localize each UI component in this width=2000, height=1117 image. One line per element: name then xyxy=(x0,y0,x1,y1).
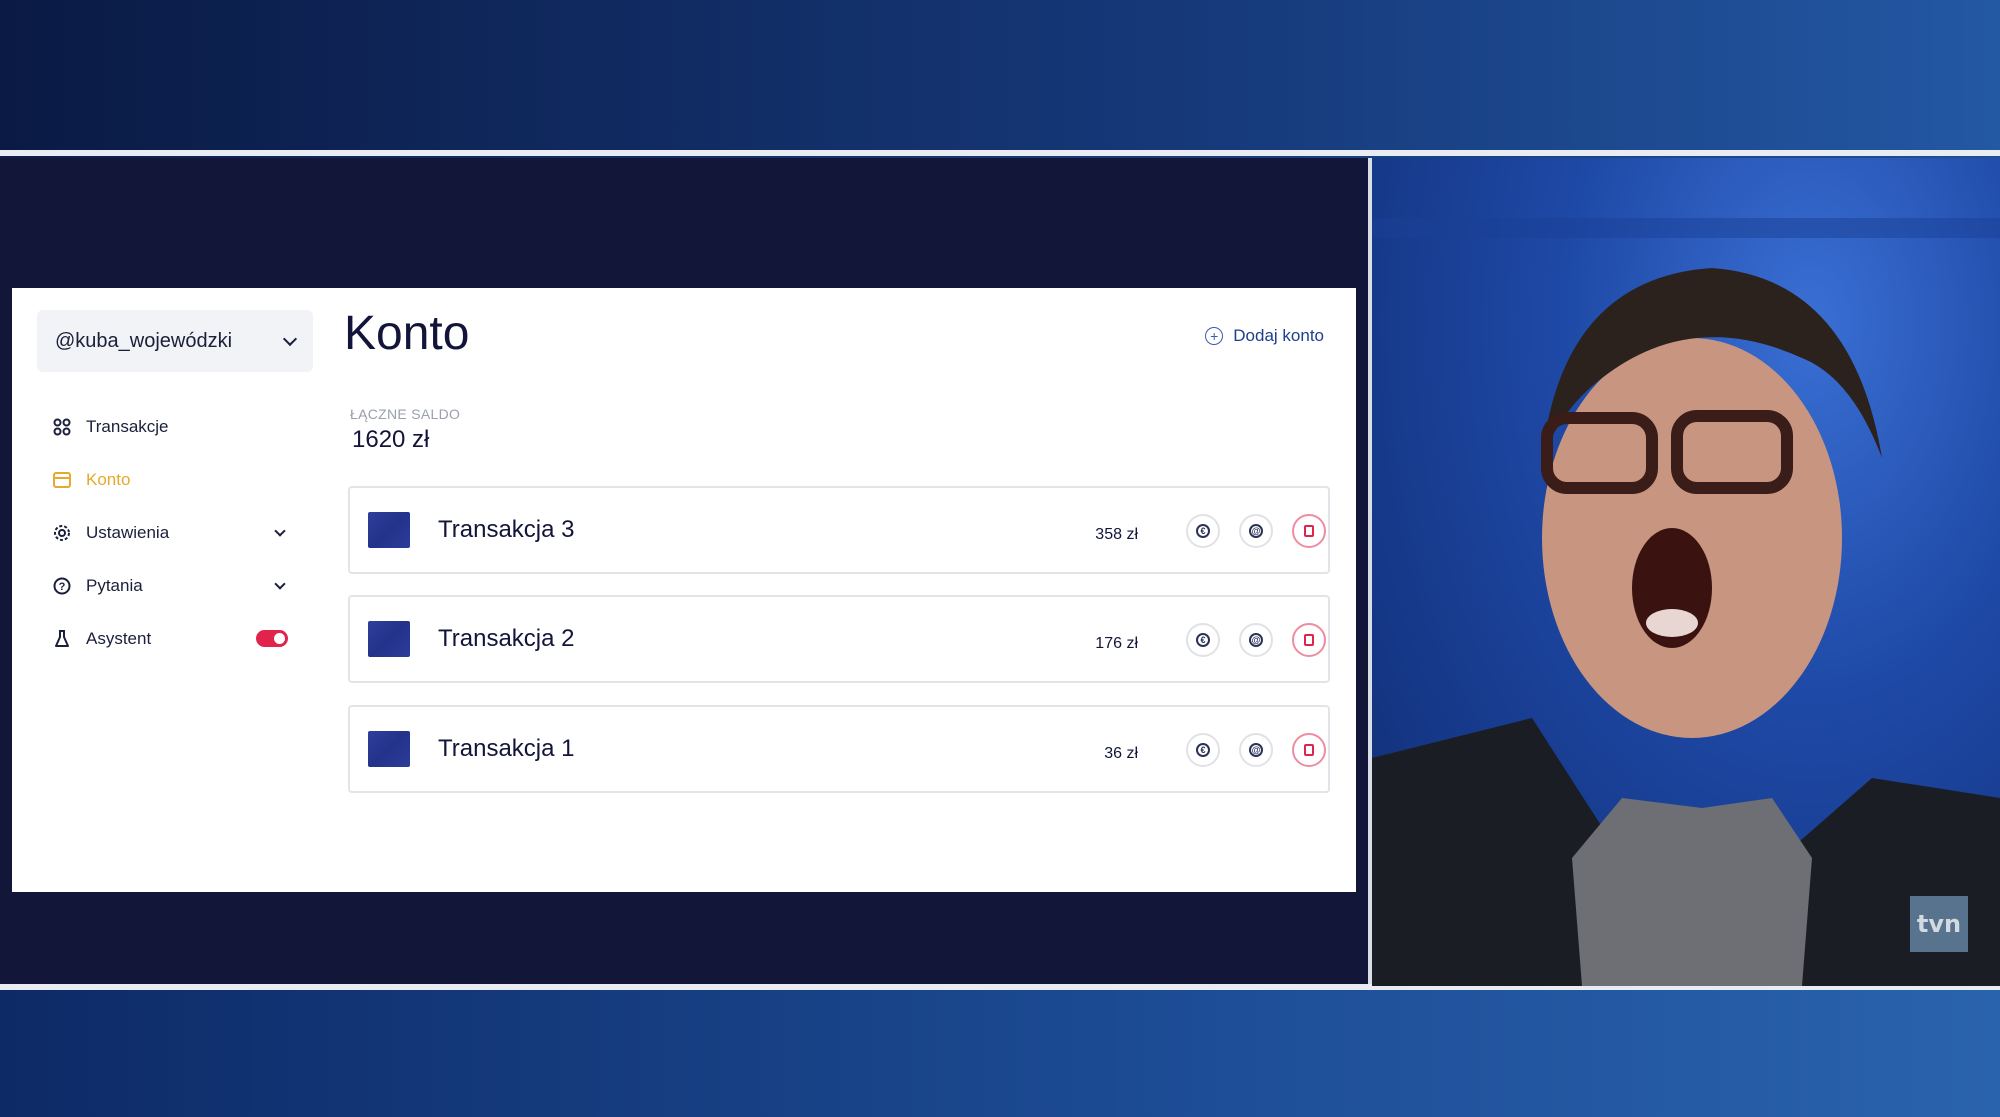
presenter-video: tvn xyxy=(1372,158,2000,986)
mention-button[interactable]: @ xyxy=(1239,514,1273,548)
card-thumbnail xyxy=(368,512,410,548)
sidebar-item-konto[interactable]: Konto xyxy=(52,453,302,506)
grid-icon xyxy=(52,417,72,437)
transaction-row[interactable]: Transakcja 2 176 zł € @ xyxy=(348,595,1330,683)
sidebar-item-label: Konto xyxy=(86,469,131,489)
main-content: Konto + Dodaj konto ŁĄCZNE SALDO 1620 zł… xyxy=(344,288,1344,892)
sidebar-nav: Transakcje Konto Ustawienia ? Pytania As… xyxy=(52,400,302,665)
account-selector[interactable]: @kuba_wojewódzki xyxy=(37,310,313,372)
euro-icon: € xyxy=(1196,743,1210,757)
transaction-amount: 36 zł xyxy=(1104,745,1138,762)
sidebar-item-ustawienia[interactable]: Ustawienia xyxy=(52,506,302,559)
mention-button[interactable]: @ xyxy=(1239,623,1273,657)
bottom-background-band xyxy=(0,990,2000,1117)
at-icon: @ xyxy=(1249,524,1263,538)
trash-icon xyxy=(1304,634,1314,646)
transaction-name: Transakcja 3 xyxy=(438,516,575,543)
account-selector-value: @kuba_wojewódzki xyxy=(55,329,233,352)
at-icon: @ xyxy=(1249,743,1263,757)
sidebar-item-label: Transakcje xyxy=(86,416,169,436)
chevron-down-icon xyxy=(274,524,286,537)
assistant-toggle[interactable] xyxy=(256,630,288,647)
top-divider-line xyxy=(0,150,2000,156)
currency-button[interactable]: € xyxy=(1186,623,1220,657)
mention-button[interactable]: @ xyxy=(1239,733,1273,767)
trash-icon xyxy=(1304,525,1314,537)
sidebar-item-label: Ustawienia xyxy=(86,522,170,542)
euro-icon: € xyxy=(1196,524,1210,538)
sidebar-item-transakcje[interactable]: Transakcje xyxy=(52,400,302,453)
balance-value: 1620 zł xyxy=(352,426,430,453)
sidebar-item-label: Asystent xyxy=(86,628,152,648)
presenter-figure xyxy=(1372,218,2000,986)
transaction-amount: 358 zł xyxy=(1095,526,1138,543)
top-background-band xyxy=(0,0,2000,150)
balance-label: ŁĄCZNE SALDO xyxy=(350,406,461,422)
card-thumbnail xyxy=(368,621,410,657)
trash-icon xyxy=(1304,744,1314,756)
add-account-button[interactable]: + Dodaj konto xyxy=(1205,326,1324,346)
gear-icon xyxy=(52,523,72,543)
euro-icon: € xyxy=(1196,633,1210,647)
channel-logo: tvn xyxy=(1910,896,1968,952)
question-icon: ? xyxy=(52,576,72,596)
at-icon: @ xyxy=(1249,633,1263,647)
transaction-row[interactable]: Transakcja 3 358 zł € @ xyxy=(348,486,1330,574)
transaction-name: Transakcja 2 xyxy=(438,625,575,652)
sidebar: @kuba_wojewódzki Transakcje Konto Ustawi… xyxy=(12,288,313,892)
sidebar-item-asystent[interactable]: Asystent xyxy=(52,612,302,665)
plus-circle-icon: + xyxy=(1205,327,1224,345)
transaction-name: Transakcja 1 xyxy=(438,735,575,762)
page-title: Konto xyxy=(344,307,470,360)
banking-app-window: @kuba_wojewódzki Transakcje Konto Ustawi… xyxy=(12,288,1356,892)
transaction-row[interactable]: Transakcja 1 36 zł € @ xyxy=(348,705,1330,793)
flask-icon xyxy=(52,629,72,649)
sidebar-item-pytania[interactable]: ? Pytania xyxy=(52,559,302,612)
card-icon xyxy=(52,470,72,490)
currency-button[interactable]: € xyxy=(1186,733,1220,767)
svg-text:?: ? xyxy=(59,581,66,593)
card-thumbnail xyxy=(368,731,410,767)
chevron-down-icon xyxy=(282,331,298,347)
chevron-down-icon xyxy=(274,577,286,590)
add-account-label: Dodaj konto xyxy=(1233,326,1324,345)
transaction-amount: 176 zł xyxy=(1095,635,1138,652)
delete-button[interactable] xyxy=(1292,733,1326,767)
delete-button[interactable] xyxy=(1292,623,1326,657)
currency-button[interactable]: € xyxy=(1186,514,1220,548)
delete-button[interactable] xyxy=(1292,514,1326,548)
sidebar-item-label: Pytania xyxy=(86,575,143,595)
